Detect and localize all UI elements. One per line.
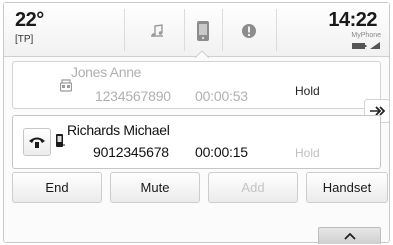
- mute-button[interactable]: Mute: [110, 172, 200, 203]
- expand-panel-button[interactable]: [318, 227, 381, 244]
- battery-signal-icon: [352, 42, 380, 49]
- hold-status: Hold: [295, 84, 320, 98]
- handset-icon: [29, 137, 45, 148]
- handset-toggle-button[interactable]: [23, 128, 51, 156]
- status-bar: 22° [TP] 14:22 MyPhone: [4, 3, 389, 58]
- active-tab-caret-icon: [195, 50, 209, 58]
- phone-on-hold-icon: [60, 79, 72, 92]
- temperature-readout: 22°: [15, 9, 44, 31]
- clock: 14:22: [328, 9, 377, 31]
- tp-indicator: [TP]: [15, 34, 34, 45]
- hold-status: Hold: [295, 146, 320, 160]
- caller-name: Richards Michael: [67, 122, 170, 138]
- phone-device-icon: [197, 21, 209, 41]
- caller-name: Jones Anne: [71, 64, 142, 80]
- call-duration: 00:00:53: [195, 88, 248, 104]
- add-call-button[interactable]: Add: [208, 172, 298, 203]
- info-circle-icon: [242, 24, 256, 38]
- divider: [276, 9, 277, 51]
- call-screen: 22° [TP] 14:22 MyPhone Jones Anne 123456…: [3, 2, 390, 244]
- caller-number: 9012345678: [93, 144, 169, 160]
- mobile-phone-icon: [56, 134, 65, 147]
- call-duration: 00:00:15: [195, 144, 248, 160]
- call-row-held[interactable]: Jones Anne 1234567890 00:00:53 Hold: [12, 61, 381, 109]
- caller-number: 1234567890: [95, 88, 171, 104]
- divider: [124, 9, 125, 51]
- end-call-button[interactable]: End: [12, 172, 102, 203]
- handset-button[interactable]: Handset: [306, 172, 388, 203]
- music-note-icon: [151, 24, 163, 37]
- chevron-up-icon: [343, 232, 356, 240]
- call-row-active[interactable]: Richards Michael 9012345678 00:00:15 Hol…: [12, 115, 381, 169]
- carrier-label: MyPhone: [351, 32, 381, 39]
- tab-info[interactable]: [222, 11, 276, 51]
